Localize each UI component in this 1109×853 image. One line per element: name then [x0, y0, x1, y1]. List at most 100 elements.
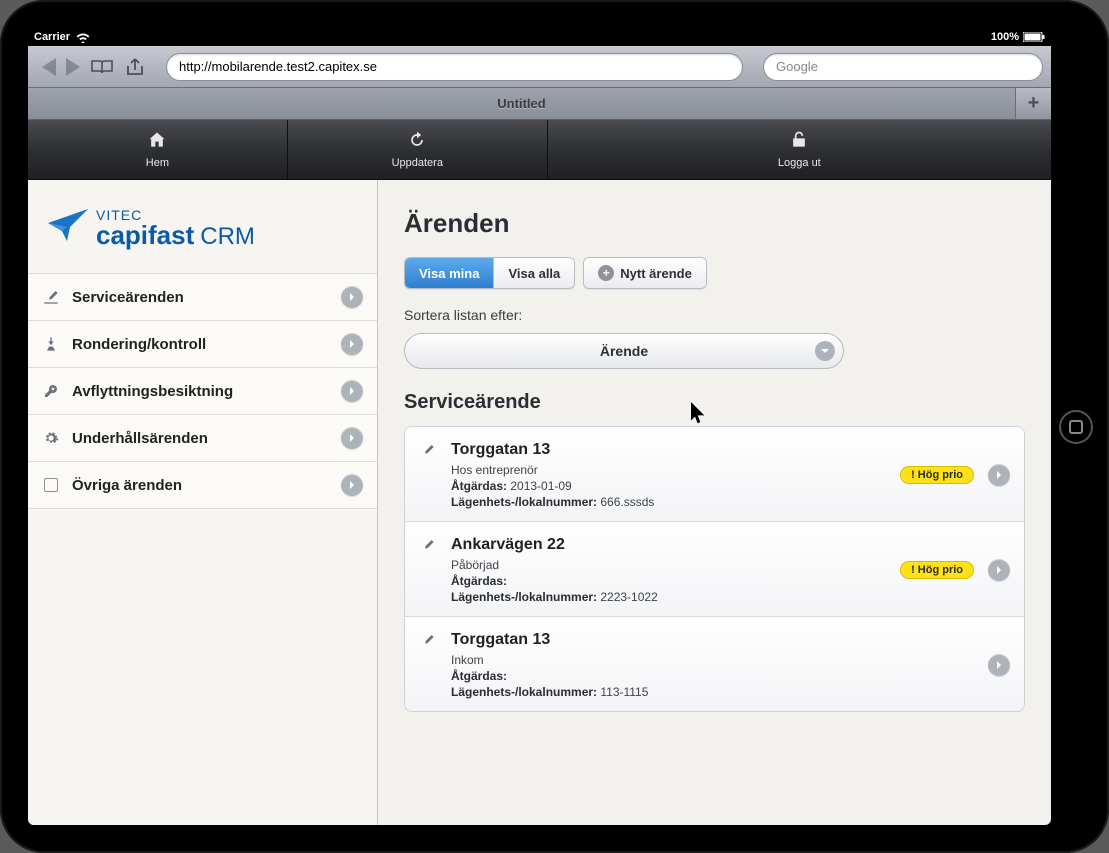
- filter-segment: Visa mina Visa alla: [404, 257, 575, 289]
- home-nav-button[interactable]: Hem: [28, 120, 288, 179]
- section-title: Serviceärende: [404, 391, 1025, 414]
- refresh-icon: [406, 130, 428, 153]
- chevron-right-icon: [341, 474, 363, 496]
- wifi-icon: [76, 32, 90, 43]
- sidebar-item[interactable]: Underhållsärenden: [28, 415, 377, 462]
- card-status: Inkom: [451, 653, 974, 667]
- sidebar-item[interactable]: Övriga ärenden: [28, 462, 377, 509]
- card-unit: Lägenhets-/lokalnummer: 113-1115: [451, 685, 974, 699]
- card-fixdate: Åtgärdas: 2013-01-09: [451, 479, 886, 493]
- sidebar-item[interactable]: Avflyttningsbesiktning: [28, 368, 377, 415]
- refresh-button[interactable]: Uppdatera: [288, 120, 548, 179]
- card-body: Torggatan 13 Hos entreprenör Åtgärdas: 201…: [451, 441, 886, 509]
- url-input[interactable]: http://mobilarende.test2.capitex.se: [166, 53, 743, 81]
- back-button[interactable]: [42, 58, 56, 76]
- logout-label: Logga ut: [778, 157, 821, 169]
- status-bar: Carrier 100%: [28, 28, 1051, 46]
- card-title: Ankarvägen 22: [451, 536, 886, 554]
- home-button[interactable]: [1059, 410, 1093, 444]
- list-item[interactable]: Torggatan 13 Inkom Åtgärdas: Lägenhets-/lo…: [405, 617, 1024, 711]
- plus-circle-icon: +: [598, 265, 614, 281]
- ipad-frame: Carrier 100% http://mo: [0, 0, 1109, 853]
- sort-label: Sortera listan efter:: [404, 307, 1025, 323]
- sidebar-item-icon: [42, 476, 60, 494]
- refresh-label: Uppdatera: [392, 157, 443, 169]
- list-item[interactable]: Torggatan 13 Hos entreprenör Åtgärdas: 201…: [405, 427, 1024, 522]
- chevron-right-icon: [341, 380, 363, 402]
- new-tab-button[interactable]: +: [1015, 88, 1051, 119]
- browser-toolbar: http://mobilarende.test2.capitex.se Goog…: [28, 46, 1051, 88]
- logo: VITEC capifast CRM: [28, 180, 377, 273]
- card-title: Torggatan 13: [451, 631, 974, 649]
- sidebar-item-icon: [42, 335, 60, 353]
- page-body: VITEC capifast CRM Serviceärenden Ronderi…: [28, 180, 1051, 825]
- tab-title: Untitled: [497, 96, 545, 111]
- plus-icon: +: [1028, 92, 1040, 115]
- battery-percent: 100%: [991, 31, 1019, 43]
- paperplane-icon: [48, 209, 88, 248]
- logout-button[interactable]: Logga ut: [548, 120, 1051, 179]
- chevron-right-icon: [988, 559, 1010, 581]
- chevron-down-icon: [815, 341, 835, 361]
- new-item-button[interactable]: + Nytt ärende: [584, 258, 706, 288]
- card-fixdate: Åtgärdas:: [451, 669, 974, 683]
- url-text: http://mobilarende.test2.capitex.se: [179, 59, 377, 74]
- card-fixdate: Åtgärdas:: [451, 574, 886, 588]
- sort-select[interactable]: Ärende: [404, 333, 844, 369]
- sidebar-item-label: Övriga ärenden: [72, 477, 329, 494]
- sidebar-item-icon: [42, 429, 60, 447]
- sidebar-item-icon: [42, 382, 60, 400]
- card-unit: Lägenhets-/lokalnummer: 666.sssds: [451, 495, 886, 509]
- wrench-icon: [419, 536, 437, 559]
- card-status: Påbörjad: [451, 558, 886, 572]
- sidebar-item-label: Avflyttningsbesiktning: [72, 383, 329, 400]
- chevron-right-icon: [341, 286, 363, 308]
- share-icon[interactable]: [124, 57, 148, 77]
- card-unit: Lägenhets-/lokalnummer: 2223-1022: [451, 590, 886, 604]
- home-icon: [146, 130, 168, 153]
- wrench-icon: [419, 631, 437, 654]
- sidebar-item-icon: [42, 288, 60, 306]
- chevron-right-icon: [988, 464, 1010, 486]
- card-body: Ankarvägen 22 Påbörjad Åtgärdas: Lägenhets…: [451, 536, 886, 604]
- carrier-label: Carrier: [34, 31, 70, 43]
- card-list: Torggatan 13 Hos entreprenör Åtgärdas: 201…: [404, 426, 1025, 712]
- wrench-icon: [419, 441, 437, 464]
- app-toolbar: Hem Uppdatera Logga ut: [28, 120, 1051, 180]
- home-label: Hem: [146, 157, 169, 169]
- logo-line2a: capifast: [96, 222, 194, 248]
- sidebar-item[interactable]: Serviceärenden: [28, 274, 377, 321]
- chevron-right-icon: [341, 333, 363, 355]
- screen: Carrier 100% http://mo: [28, 28, 1051, 825]
- browser-tab[interactable]: Untitled: [28, 88, 1015, 119]
- bookmarks-icon[interactable]: [90, 59, 114, 75]
- search-placeholder: Google: [776, 59, 818, 74]
- new-item-segment: + Nytt ärende: [583, 257, 707, 289]
- main-content: Ärenden Visa mina Visa alla + Nytt ärend…: [378, 180, 1051, 825]
- priority-badge: ! Hög prio: [900, 466, 974, 484]
- filter-mine-button[interactable]: Visa mina: [405, 258, 493, 288]
- card-body: Torggatan 13 Inkom Åtgärdas: Lägenhets-/lo…: [451, 631, 974, 699]
- logo-line2b: CRM: [200, 225, 255, 249]
- card-title: Torggatan 13: [451, 441, 886, 459]
- list-item[interactable]: Ankarvägen 22 Påbörjad Åtgärdas: Lägenhets…: [405, 522, 1024, 617]
- battery-icon: [1023, 32, 1045, 42]
- lock-icon: [788, 130, 810, 153]
- new-item-label: Nytt ärende: [620, 266, 692, 281]
- filter-all-button[interactable]: Visa alla: [493, 258, 574, 288]
- sidebar-nav: Serviceärenden Rondering/kontroll Avflyttn…: [28, 273, 377, 509]
- sidebar-item-label: Underhållsärenden: [72, 430, 329, 447]
- filter-row: Visa mina Visa alla + Nytt ärende: [404, 257, 1025, 289]
- page-title: Ärenden: [404, 208, 1025, 239]
- priority-badge: ! Hög prio: [900, 561, 974, 579]
- chevron-right-icon: [988, 654, 1010, 676]
- search-input[interactable]: Google: [763, 53, 1043, 81]
- sidebar: VITEC capifast CRM Serviceärenden Ronderi…: [28, 180, 378, 825]
- sidebar-item[interactable]: Rondering/kontroll: [28, 321, 377, 368]
- browser-tabbar: Untitled +: [28, 88, 1051, 120]
- sidebar-item-label: Serviceärenden: [72, 289, 329, 306]
- chevron-right-icon: [341, 427, 363, 449]
- forward-button[interactable]: [66, 58, 80, 76]
- sort-value: Ärende: [600, 343, 648, 359]
- card-status: Hos entreprenör: [451, 463, 886, 477]
